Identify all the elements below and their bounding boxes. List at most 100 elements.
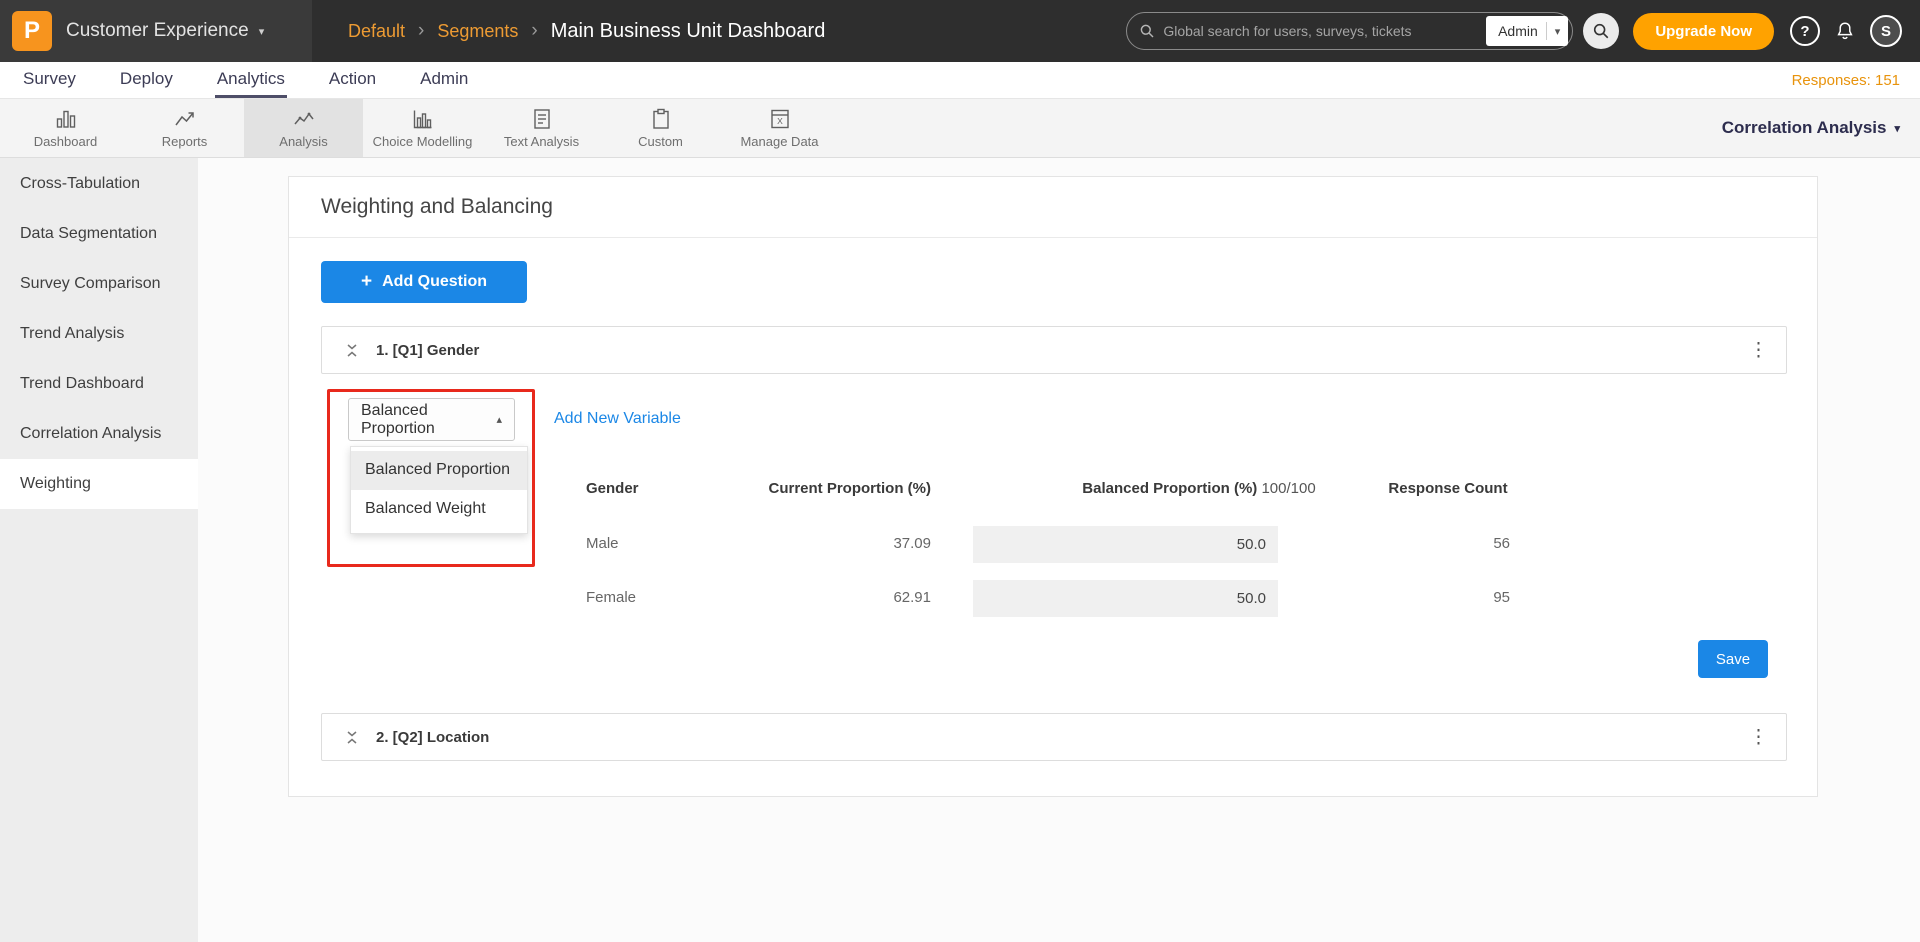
topbar: P Customer Experience ▾ Default › Segmen… [0, 0, 1920, 62]
divider [1546, 22, 1547, 40]
balanced-header-text: Balanced Proportion (%) [1082, 480, 1257, 497]
question-2-label: 2. [Q2] Location [376, 729, 489, 746]
toolbar-item-label: Dashboard [34, 134, 98, 149]
save-button[interactable]: Save [1698, 640, 1768, 678]
breadcrumb: Default › Segments › Main Business Unit … [348, 20, 825, 43]
add-question-label: Add Question [382, 273, 487, 291]
breadcrumb-segments[interactable]: Segments [437, 21, 518, 42]
svg-text:X: X [777, 116, 783, 126]
weighting-card: Weighting and Balancing + Add Question 1… [288, 176, 1818, 797]
toolbar-item-text-analysis[interactable]: Text Analysis [482, 99, 601, 157]
column-header-response-count: Response Count [1363, 480, 1533, 497]
toolbar-item-label: Text Analysis [504, 134, 579, 149]
toolbar-item-label: Reports [162, 134, 208, 149]
spreadsheet-icon: X [768, 107, 792, 131]
nav-item-analytics[interactable]: Analytics [215, 62, 287, 98]
notifications-bell-icon[interactable] [1834, 19, 1856, 43]
nav-item-deploy[interactable]: Deploy [118, 62, 175, 98]
toolbar-item-label: Analysis [279, 134, 327, 149]
cell-gender-female: Female [586, 589, 636, 606]
cell-count-male: 56 [1350, 535, 1510, 552]
cell-current-female: 62.91 [749, 589, 931, 606]
toolbar-item-reports[interactable]: Reports [125, 99, 244, 157]
more-options-icon[interactable]: ⋮ [1749, 728, 1768, 747]
sidebar-item-trend-dashboard[interactable]: Trend Dashboard [0, 359, 198, 409]
search-scope-dropdown[interactable]: Admin ▾ [1486, 16, 1568, 46]
column-header-balanced-proportion: Balanced Proportion (%) 100/100 [989, 480, 1409, 497]
column-header-current-proportion: Current Proportion (%) [749, 480, 931, 497]
balanced-proportion-input-male[interactable] [973, 526, 1278, 563]
sidebar-item-survey-comparison[interactable]: Survey Comparison [0, 259, 198, 309]
card-header: Weighting and Balancing [289, 177, 1817, 238]
analytics-toolbar: Dashboard Reports Analysis Choice Modell… [0, 99, 1920, 158]
breadcrumb-default[interactable]: Default [348, 21, 405, 42]
breadcrumb-current: Main Business Unit Dashboard [551, 20, 826, 43]
cell-current-male: 37.09 [749, 535, 931, 552]
analysis-type-selector[interactable]: Correlation Analysis ▾ [1722, 118, 1920, 138]
question-panel-2: 2. [Q2] Location ⋮ [321, 713, 1787, 761]
user-avatar[interactable]: S [1870, 15, 1902, 47]
main-nav: Survey Deploy Analytics Action Admin Res… [0, 62, 1920, 99]
sidebar-item-correlation-analysis[interactable]: Correlation Analysis [0, 409, 198, 459]
more-options-icon[interactable]: ⋮ [1749, 341, 1768, 360]
product-switcher[interactable]: P Customer Experience ▾ [0, 0, 312, 62]
product-name: Customer Experience [66, 20, 249, 42]
bar-chart-icon [54, 107, 78, 131]
search-scope-value: Admin [1498, 23, 1538, 39]
sidebar-item-trend-analysis[interactable]: Trend Analysis [0, 309, 198, 359]
logo-letter: P [24, 17, 40, 45]
collapse-icon[interactable] [345, 342, 359, 359]
breadcrumb-separator: › [418, 20, 424, 42]
search-button[interactable] [1583, 13, 1619, 49]
caret-down-icon: ▾ [1555, 25, 1561, 38]
caret-up-icon: ▴ [496, 413, 502, 426]
variable-type-menu: Balanced Proportion Balanced Weight [350, 446, 528, 534]
toolbar-item-choice-modelling[interactable]: Choice Modelling [363, 99, 482, 157]
toolbar-item-label: Custom [638, 134, 683, 149]
question-panel-1: 1. [Q1] Gender ⋮ [321, 326, 1787, 374]
analysis-chart-icon [292, 107, 316, 131]
question-1-label: 1. [Q1] Gender [376, 342, 479, 359]
caret-down-icon: ▾ [1894, 122, 1900, 135]
plus-icon: + [361, 271, 372, 293]
app-logo: P [12, 11, 52, 51]
analysis-sidebar: Cross-Tabulation Data Segmentation Surve… [0, 158, 198, 942]
cell-gender-male: Male [586, 535, 619, 552]
search-icon [1139, 23, 1155, 39]
add-question-button[interactable]: + Add Question [321, 261, 527, 303]
global-search: Admin ▾ [1126, 12, 1573, 50]
search-icon [1592, 22, 1610, 40]
page-title: Weighting and Balancing [321, 195, 553, 219]
caret-down-icon: ▾ [259, 25, 265, 38]
body-row: Cross-Tabulation Data Segmentation Surve… [0, 158, 1920, 942]
document-text-icon [530, 107, 554, 131]
variable-type-value: Balanced Proportion [361, 402, 486, 438]
column-chart-icon [411, 107, 435, 131]
trend-line-icon [173, 107, 197, 131]
toolbar-item-custom[interactable]: Custom [601, 99, 720, 157]
nav-item-admin[interactable]: Admin [418, 62, 470, 98]
menu-option-balanced-weight[interactable]: Balanced Weight [351, 490, 527, 529]
help-icon[interactable]: ? [1790, 16, 1820, 46]
upgrade-now-button[interactable]: Upgrade Now [1633, 13, 1774, 50]
sidebar-item-data-segmentation[interactable]: Data Segmentation [0, 209, 198, 259]
balanced-proportion-input-female[interactable] [973, 580, 1278, 617]
toolbar-item-label: Choice Modelling [373, 134, 473, 149]
toolbar-item-analysis[interactable]: Analysis [244, 99, 363, 157]
clipboard-icon [649, 107, 673, 131]
sidebar-item-weighting[interactable]: Weighting [0, 459, 198, 509]
main-content: Weighting and Balancing + Add Question 1… [198, 158, 1920, 942]
toolbar-item-manage-data[interactable]: X Manage Data [720, 99, 839, 157]
add-new-variable-link[interactable]: Add New Variable [554, 410, 681, 428]
toolbar-item-label: Manage Data [740, 134, 818, 149]
nav-item-action[interactable]: Action [327, 62, 378, 98]
topbar-actions: Admin ▾ Upgrade Now ? S [1126, 12, 1920, 50]
nav-item-survey[interactable]: Survey [21, 62, 78, 98]
variable-type-dropdown[interactable]: Balanced Proportion ▴ [348, 398, 515, 441]
menu-option-balanced-proportion[interactable]: Balanced Proportion [351, 451, 527, 490]
global-search-input[interactable] [1163, 23, 1486, 39]
sidebar-item-cross-tabulation[interactable]: Cross-Tabulation [0, 159, 198, 209]
balanced-header-total: 100/100 [1261, 480, 1315, 497]
collapse-icon[interactable] [345, 729, 359, 746]
toolbar-item-dashboard[interactable]: Dashboard [6, 99, 125, 157]
